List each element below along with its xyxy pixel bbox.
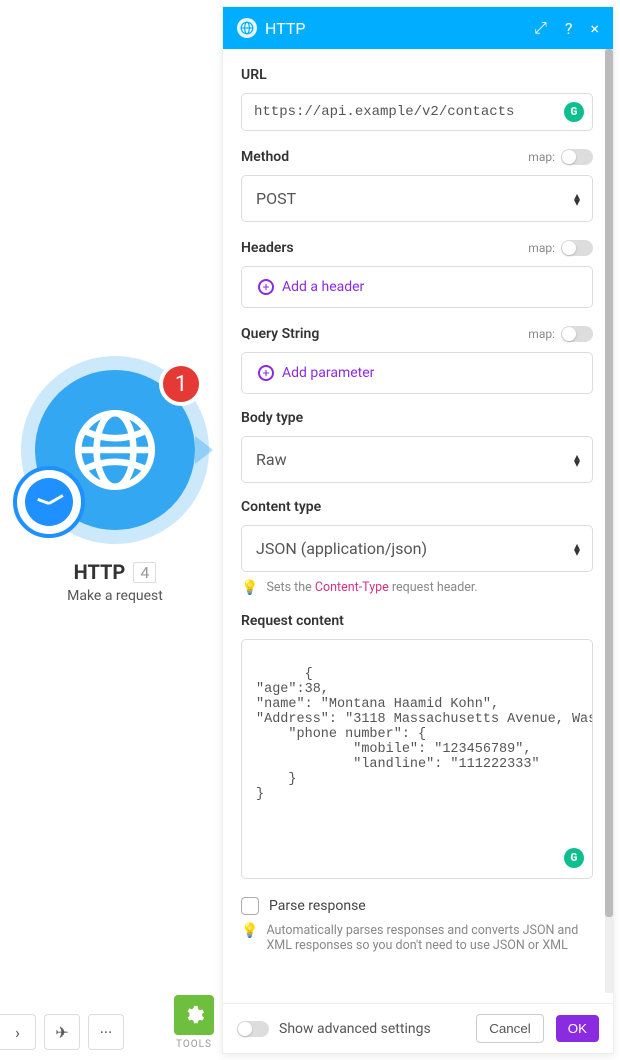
expand-icon[interactable]: ⤢ [534,18,547,38]
panel-header-icon [237,18,257,38]
query-map-toggle[interactable]: map: [528,326,593,342]
airplane-icon: ✈ [55,1023,68,1042]
toggle-switch[interactable] [237,1021,269,1037]
module-notification-badge[interactable]: 1 [159,362,203,406]
canvas-bottom-toolbar: › ✈ ··· TOOLS [0,995,222,1050]
chevron-updown-icon: ▴▾ [574,543,580,555]
query-string-label: Query String [241,326,319,342]
tools-label: TOOLS [174,1039,214,1050]
url-input-value: https://api.example/v2/contacts [254,104,514,120]
headers-map-toggle[interactable]: map: [528,240,593,256]
method-selected-value: POST [256,189,296,208]
module-config-panel: HTTP ⤢ ? × URL https://api.example/v2/co… [222,6,614,1054]
module-title: HTTP [74,560,126,584]
map-label: map: [528,327,555,341]
tools-column: TOOLS [174,995,214,1050]
body-type-label: Body type [241,410,593,426]
add-parameter-button[interactable]: + Add parameter [241,352,593,394]
close-icon[interactable]: × [590,19,599,38]
method-label: Method [241,149,289,165]
add-header-label: Add a header [282,279,364,295]
ok-button[interactable]: OK [556,1015,599,1042]
add-header-button[interactable]: + Add a header [241,266,593,308]
grammarly-icon[interactable]: G [564,102,584,122]
module-circle[interactable]: 1 [35,370,195,530]
parse-response-row[interactable]: Parse response [241,897,593,915]
more-button[interactable]: ··· [88,1014,124,1050]
url-label: URL [241,67,593,83]
toggle-switch[interactable] [561,240,593,256]
url-input[interactable]: https://api.example/v2/contacts G [241,93,593,131]
panel-title: HTTP [265,19,516,38]
globe-icon [73,408,157,492]
content-type-label: Content type [241,499,593,515]
schedule-trigger-icon[interactable] [13,466,85,538]
panel-body: URL https://api.example/v2/contacts G Me… [223,49,613,1003]
panel-footer: Show advanced settings Cancel OK [223,1003,613,1053]
method-map-toggle[interactable]: map: [528,149,593,165]
http-module-node[interactable]: 1 HTTP 4 Make a request [20,370,210,604]
request-content-label: Request content [241,613,593,629]
grammarly-icon[interactable]: G [564,848,584,868]
map-label: map: [528,150,555,164]
toolbar-button-left[interactable]: › [0,1014,36,1050]
bulb-icon: 💡 [241,923,258,940]
panel-header: HTTP ⤢ ? × [223,7,613,49]
module-connector [195,436,213,464]
parse-response-checkbox[interactable] [241,897,259,915]
request-content-textarea[interactable]: { "age":38, "name": "Montana Haamid Kohn… [241,639,593,879]
caret-icon: › [15,1023,20,1042]
parse-response-hint: 💡 Automatically parses responses and con… [241,923,593,953]
method-select[interactable]: POST ▴▾ [241,175,593,222]
explain-flow-button[interactable]: ✈ [44,1014,80,1050]
module-subtitle: Make a request [20,588,210,604]
content-type-hint: 💡 Sets the Content-Type request header. [241,580,593,597]
headers-label: Headers [241,240,294,256]
content-type-select[interactable]: JSON (application/json) ▴▾ [241,525,593,572]
content-type-selected-value: JSON (application/json) [256,539,427,558]
body-type-select[interactable]: Raw ▴▾ [241,436,593,483]
body-type-selected-value: Raw [256,450,287,469]
tools-button[interactable] [174,995,214,1035]
bulb-icon: 💡 [241,580,258,597]
toggle-switch[interactable] [561,149,593,165]
scenario-canvas: 1 HTTP 4 Make a request › ✈ ··· [0,0,222,1060]
add-parameter-label: Add parameter [282,365,374,381]
map-label: map: [528,241,555,255]
advanced-settings-label: Show advanced settings [279,1021,431,1037]
cancel-button[interactable]: Cancel [476,1014,544,1043]
help-icon[interactable]: ? [565,19,573,38]
parse-response-label: Parse response [269,898,366,914]
plus-icon: + [258,279,274,295]
request-content-value: { "age":38, "name": "Montana Haamid Kohn… [256,667,593,802]
chevron-updown-icon: ▴▾ [574,193,580,205]
chevron-updown-icon: ▴▾ [574,454,580,466]
advanced-settings-toggle[interactable]: Show advanced settings [237,1021,464,1037]
more-icon: ··· [100,1023,113,1042]
plus-icon: + [258,365,274,381]
module-index: 4 [133,562,156,583]
scrollbar-thumb[interactable] [605,49,613,917]
gear-icon [183,1004,205,1026]
module-title-row: HTTP 4 [20,560,210,584]
toggle-switch[interactable] [561,326,593,342]
panel-scrollbar[interactable] [605,49,613,993]
